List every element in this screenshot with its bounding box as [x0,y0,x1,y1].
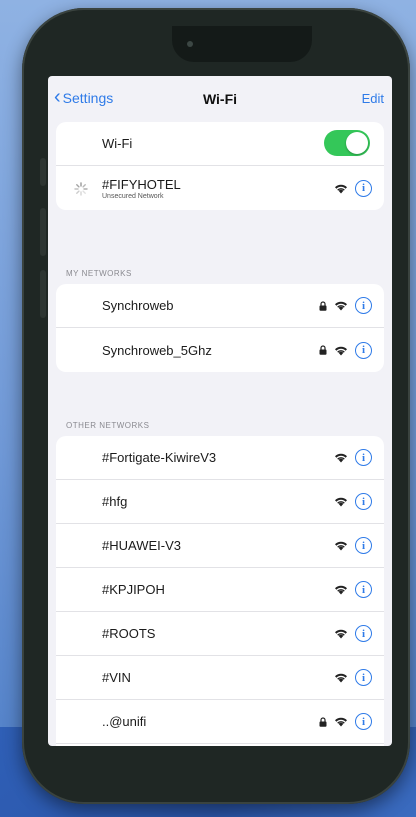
info-icon[interactable]: i [355,341,372,359]
network-name: #hfg [102,494,128,509]
current-network-icons: i [334,166,372,210]
info-icon[interactable]: i [355,449,372,466]
front-camera [187,41,193,47]
wifi-icon [335,301,347,311]
wifi-icon [335,346,347,355]
network-row[interactable]: #HUAWEI-V3 i [56,524,384,568]
wifi-icon [335,717,347,727]
current-network-status: Unsecured Network [102,192,164,200]
wifi-icon [335,673,347,683]
lock-icon [319,345,327,355]
my-networks-group: Synchroweb i Synchroweb_5Ghz i [56,284,384,372]
current-network-name: #FIFYHOTEL [102,176,181,192]
wifi-toggle-label: Wi-Fi [102,136,133,151]
network-row[interactable]: #ROOTS i [56,612,384,656]
network-icons: i [334,744,372,746]
wifi-icon [335,184,347,193]
wifi-icon [335,497,347,507]
network-row[interactable]: #KPJIPOH i [56,568,384,612]
network-icons: i [334,568,372,611]
network-name: #Fortigate-KiwireV3 [102,450,217,465]
network-row[interactable]: Synchroweb_5Ghz i [56,328,384,372]
navigation-bar: ‹ Settings Wi-Fi Edit [48,76,392,122]
network-name: #ROOTS [102,626,156,641]
phone-notch [172,26,312,62]
network-row[interactable]: CONNECTme NOWi [56,744,384,746]
volume-up-button [40,208,46,256]
info-icon[interactable]: i [355,493,372,510]
network-name: ..@unifi [102,714,147,729]
network-icons: i [334,612,372,655]
info-icon[interactable]: i [355,179,372,197]
wifi-icon [335,453,347,463]
wifi-icon [335,629,347,639]
network-row[interactable]: ..@unifi i [56,700,384,744]
network-row[interactable]: #Fortigate-KiwireV3 i [56,436,384,480]
lock-icon [319,716,327,727]
page-title: Wi-Fi [202,91,238,107]
wifi-icon [335,585,347,595]
network-row[interactable]: #VIN i [56,656,384,700]
network-icons: i [334,656,372,699]
network-icons: i [334,524,372,567]
current-network-text: #FIFYHOTEL Unsecured Network [102,177,181,200]
current-network-row[interactable]: #FIFYHOTEL Unsecured Network i [56,166,384,210]
edit-button[interactable]: Edit [362,91,384,106]
wifi-toggle-switch[interactable] [324,130,370,156]
network-icons: i [319,284,372,327]
wifi-toggle-row: Wi-Fi [56,122,384,166]
info-icon[interactable]: i [355,537,372,554]
side-button [40,158,46,186]
network-name: #KPJIPOH [102,582,165,597]
info-icon[interactable]: i [355,625,372,642]
network-icons: i [319,700,372,743]
toggle-knob [346,132,368,154]
info-icon[interactable]: i [355,581,372,598]
info-icon[interactable]: i [355,297,372,314]
wifi-icon [335,541,347,551]
network-name: #HUAWEI-V3 [102,538,181,553]
info-icon[interactable]: i [355,713,372,730]
network-name: #VIN [102,670,131,685]
network-icons: i [334,436,372,479]
wifi-current-group: Wi-Fi #FIFYHOTEL Unsecured Network i [56,122,384,210]
network-name: Synchroweb [102,298,174,313]
info-icon[interactable]: i [355,669,372,686]
lock-icon [319,300,327,311]
other-networks-header: OTHER NETWORKS [66,421,150,430]
network-name: Synchroweb_5Ghz [102,342,212,358]
network-row[interactable]: #hfg i [56,480,384,524]
network-icons: i [319,328,372,372]
other-networks-group: #Fortigate-KiwireV3 i #hfg i #HUAWEI-V3 i #KPJ… [56,436,384,746]
network-icons: i [334,480,372,523]
wifi-settings-screen: ‹ Settings Wi-Fi Edit Wi-Fi #FIFYHOTEL U… [48,76,392,746]
my-networks-header: MY NETWORKS [66,269,132,278]
volume-down-button [40,270,46,318]
loading-spinner-icon [74,182,88,196]
network-row[interactable]: Synchroweb i [56,284,384,328]
